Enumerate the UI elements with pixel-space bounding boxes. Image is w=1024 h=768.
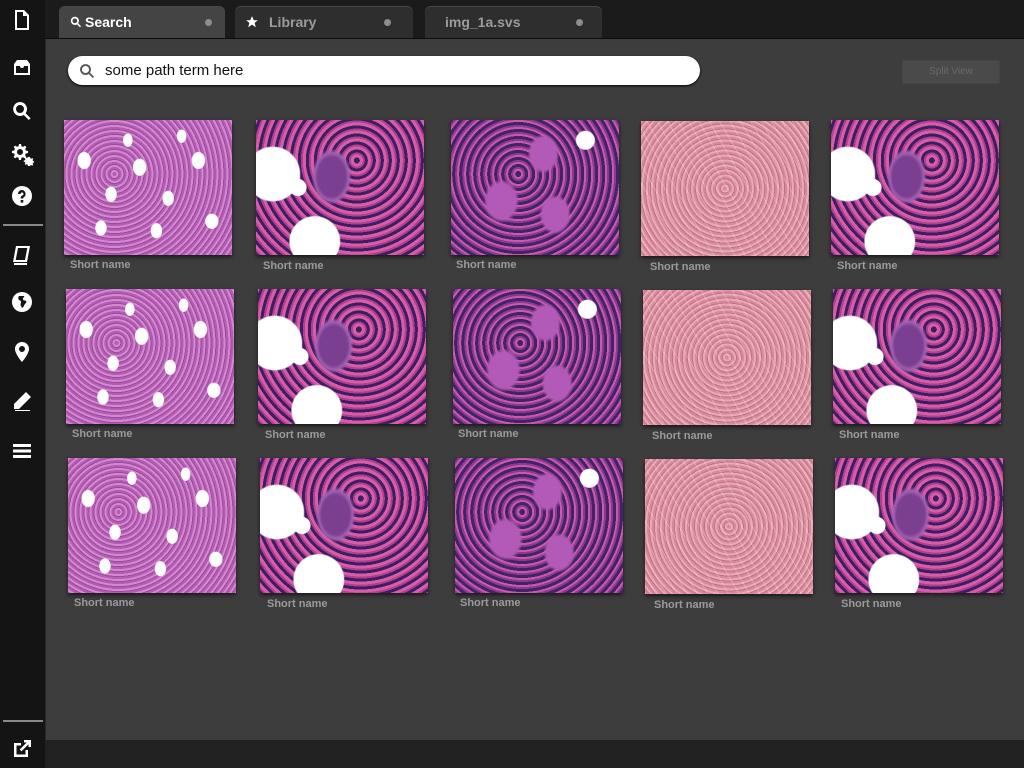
- settings-icon[interactable]: [6, 138, 38, 170]
- thumbnail-label: Short name: [841, 598, 902, 610]
- thumbnail-image[interactable]: [66, 289, 234, 424]
- tab-close-dot[interactable]: [205, 19, 212, 26]
- thumbnail-label: Short name: [265, 429, 326, 441]
- inbox-icon[interactable]: [6, 52, 38, 84]
- thumbnail-image[interactable]: [645, 459, 813, 594]
- sidebar-divider: [3, 224, 43, 226]
- external-link-icon[interactable]: [6, 733, 38, 765]
- thumbnail-label: Short name: [72, 428, 133, 440]
- tab-label: img_1a.svs: [445, 14, 521, 30]
- thumbnail-image[interactable]: [68, 458, 236, 593]
- thumbnail-image[interactable]: [260, 458, 428, 593]
- menu-icon[interactable]: [6, 435, 38, 467]
- split-view-button[interactable]: Split View: [902, 60, 1000, 84]
- tab-bar: Search Library img_1a.svs: [45, 0, 1024, 39]
- search-icon[interactable]: [6, 95, 38, 127]
- thumbnail-label: Short name: [456, 259, 517, 271]
- thumbnail-image[interactable]: [833, 289, 1001, 424]
- tab-close-dot[interactable]: [576, 19, 583, 26]
- sidebar-divider: [3, 720, 43, 722]
- thumbnail-label: Short name: [458, 428, 519, 440]
- thumbnail-label: Short name: [74, 597, 135, 609]
- tab-image[interactable]: img_1a.svs: [425, 6, 602, 38]
- thumbnail-image[interactable]: [256, 120, 424, 255]
- thumbnail-image[interactable]: [453, 289, 621, 424]
- status-bar: [45, 740, 1024, 768]
- thumbnail-label: Short name: [267, 598, 328, 610]
- thumbnail-image[interactable]: [641, 121, 809, 256]
- thumbnail-label: Short name: [839, 429, 900, 441]
- tab-label: Search: [85, 14, 132, 30]
- help-icon[interactable]: [6, 180, 38, 212]
- star-icon: [245, 15, 259, 29]
- search-icon: [69, 15, 83, 29]
- book-icon[interactable]: [6, 239, 38, 271]
- thumbnail-image[interactable]: [64, 120, 232, 255]
- pencil-icon[interactable]: [6, 385, 38, 417]
- tab-library[interactable]: Library: [235, 6, 413, 38]
- tab-label: Library: [269, 14, 317, 30]
- thumbnail-label: Short name: [263, 260, 324, 272]
- search-field[interactable]: some path term here: [68, 56, 700, 85]
- thumbnail-label: Short name: [837, 260, 898, 272]
- thumbnail-label: Short name: [652, 430, 713, 442]
- search-icon: [78, 62, 96, 80]
- thumbnail-label: Short name: [70, 259, 131, 271]
- thumbnail-image[interactable]: [455, 458, 623, 593]
- location-pin-icon[interactable]: [6, 336, 38, 368]
- sidebar: [0, 0, 46, 768]
- thumbnail-image[interactable]: [258, 289, 426, 424]
- thumbnail-image[interactable]: [831, 120, 999, 255]
- tab-close-dot[interactable]: [384, 19, 391, 26]
- tab-search[interactable]: Search: [59, 6, 225, 38]
- thumbnail-label: Short name: [654, 599, 715, 611]
- thumbnail-image[interactable]: [643, 290, 811, 425]
- thumbnail-label: Short name: [650, 261, 711, 273]
- search-input[interactable]: some path term here: [105, 62, 243, 79]
- globe-icon[interactable]: [6, 286, 38, 318]
- file-icon[interactable]: [6, 4, 38, 36]
- thumbnail-label: Short name: [460, 597, 521, 609]
- thumbnail-image[interactable]: [835, 458, 1003, 593]
- thumbnail-image[interactable]: [451, 120, 619, 255]
